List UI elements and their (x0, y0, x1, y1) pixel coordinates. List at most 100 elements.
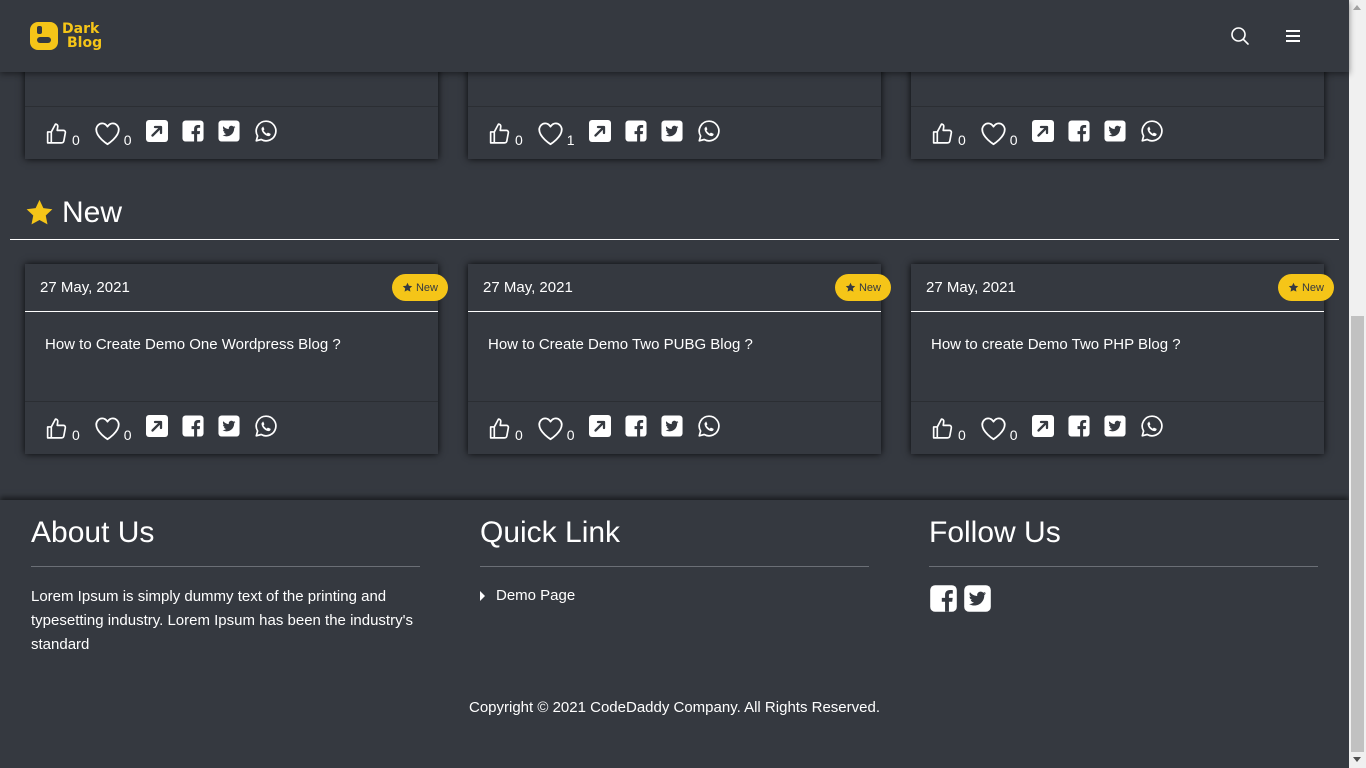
heart-button[interactable]: 0 (537, 416, 575, 443)
post-card[interactable]: 27 May, 2021 New How to create Demo Two … (911, 264, 1334, 454)
new-badge: New (834, 274, 891, 301)
open-link-icon[interactable] (145, 414, 168, 442)
heart-button[interactable]: 1 (537, 121, 575, 148)
like-count: 0 (515, 426, 523, 443)
heart-button[interactable]: 0 (980, 121, 1018, 148)
thumbs-up-icon (930, 416, 955, 441)
thumbs-up-icon (44, 416, 69, 441)
thumbs-up-icon (487, 416, 512, 441)
twitter-share-icon[interactable] (218, 414, 240, 442)
badge-label: New (1301, 281, 1324, 294)
card-divider (468, 311, 881, 312)
footer-quick-title: Quick Link (480, 516, 621, 549)
card-divider (25, 311, 438, 312)
post-card[interactable]: 27 May, 2021 New How to Create Demo Two … (468, 264, 891, 454)
facebook-share-icon[interactable] (182, 414, 204, 442)
footer-about-title: About Us (31, 516, 155, 549)
open-link-icon[interactable] (1031, 414, 1054, 442)
facebook-share-icon[interactable] (625, 414, 647, 442)
scroll-down-arrow-icon[interactable] (1353, 757, 1361, 762)
facebook-share-icon[interactable] (1068, 414, 1090, 442)
new-badge: New (391, 274, 448, 301)
logo-text: Dark Blog (62, 22, 102, 50)
twitter-share-icon[interactable] (661, 119, 683, 147)
scroll-thumb[interactable] (1351, 316, 1364, 752)
footer-follow-title: Follow Us (929, 516, 1061, 549)
new-badge: New (1277, 274, 1334, 301)
whatsapp-share-icon[interactable] (697, 119, 721, 148)
twitter-share-icon[interactable] (218, 119, 240, 147)
whatsapp-share-icon[interactable] (1140, 119, 1164, 148)
footer-about-text: Lorem Ipsum is simply dummy text of the … (31, 588, 413, 653)
card-actions: 01 (468, 106, 881, 159)
like-count: 0 (72, 426, 80, 443)
star-icon (1288, 282, 1299, 292)
open-link-icon[interactable] (145, 119, 168, 147)
like-button[interactable]: 0 (44, 416, 80, 443)
caret-right-icon (480, 590, 485, 601)
footer-follow: Follow Us (929, 516, 1318, 613)
twitter-share-icon[interactable] (1104, 414, 1126, 442)
open-link-icon[interactable] (1031, 119, 1054, 147)
facebook-share-icon[interactable] (1068, 119, 1090, 147)
post-title-link[interactable]: How to create Demo Two PHP Blog ? (931, 336, 1181, 353)
twitter-share-icon[interactable] (661, 414, 683, 442)
like-count: 0 (958, 131, 966, 148)
hamburger-menu-icon[interactable] (1283, 26, 1303, 46)
star-icon (845, 282, 856, 292)
facebook-share-icon[interactable] (625, 119, 647, 147)
badge-label: New (858, 281, 881, 294)
post-card[interactable]: 27 May, 2021 New How to Create Demo One … (25, 264, 448, 454)
section-heading-new: New (24, 196, 122, 230)
section-divider (10, 239, 1339, 240)
like-button[interactable]: 0 (44, 121, 80, 148)
whatsapp-share-icon[interactable] (254, 414, 278, 443)
post-card: 00 (911, 60, 1324, 159)
heart-icon (94, 121, 121, 146)
card-actions: 00 (911, 106, 1324, 159)
badge-label: New (415, 281, 438, 294)
card-divider (911, 311, 1324, 312)
twitter-share-icon[interactable] (1104, 119, 1126, 147)
heart-button[interactable]: 0 (94, 121, 132, 148)
search-icon[interactable] (1230, 26, 1250, 46)
footer-link-demo-page[interactable]: Demo Page (480, 587, 869, 604)
facebook-icon[interactable] (929, 584, 958, 613)
card-actions: 00 (911, 401, 1324, 454)
open-link-icon[interactable] (588, 119, 611, 147)
copyright-text: Copyright © 2021 CodeDaddy Company. All … (469, 699, 880, 716)
like-button[interactable]: 0 (487, 121, 523, 148)
heart-button[interactable]: 0 (980, 416, 1018, 443)
twitter-icon[interactable] (963, 584, 992, 613)
like-count: 0 (515, 131, 523, 148)
like-button[interactable]: 0 (930, 416, 966, 443)
like-button[interactable]: 0 (930, 121, 966, 148)
social-links (929, 584, 1318, 613)
thumbs-up-icon (930, 121, 955, 146)
like-button[interactable]: 0 (487, 416, 523, 443)
heart-count: 0 (566, 426, 575, 443)
whatsapp-share-icon[interactable] (1140, 414, 1164, 443)
heart-count: 0 (1009, 131, 1018, 148)
heart-icon (537, 416, 564, 441)
whatsapp-share-icon[interactable] (697, 414, 721, 443)
facebook-share-icon[interactable] (182, 119, 204, 147)
heart-button[interactable]: 0 (94, 416, 132, 443)
post-date: 27 May, 2021 (40, 279, 130, 296)
post-title-link[interactable]: How to Create Demo Two PUBG Blog ? (488, 336, 753, 353)
page-scrollbar[interactable] (1349, 0, 1366, 768)
scroll-up-arrow-icon[interactable] (1353, 5, 1361, 10)
logo-line-1: Dark (62, 21, 100, 37)
open-link-icon[interactable] (588, 414, 611, 442)
heart-count: 0 (123, 426, 132, 443)
section-title: New (62, 196, 123, 229)
heart-icon (537, 121, 564, 146)
post-title-link[interactable]: How to Create Demo One Wordpress Blog ? (45, 336, 341, 353)
card-actions: 00 (25, 106, 438, 159)
like-count: 0 (958, 426, 966, 443)
heart-icon (980, 416, 1007, 441)
card-actions: 00 (468, 401, 881, 454)
site-logo[interactable]: Dark Blog (30, 20, 102, 52)
whatsapp-share-icon[interactable] (254, 119, 278, 148)
heart-count: 1 (566, 131, 575, 148)
